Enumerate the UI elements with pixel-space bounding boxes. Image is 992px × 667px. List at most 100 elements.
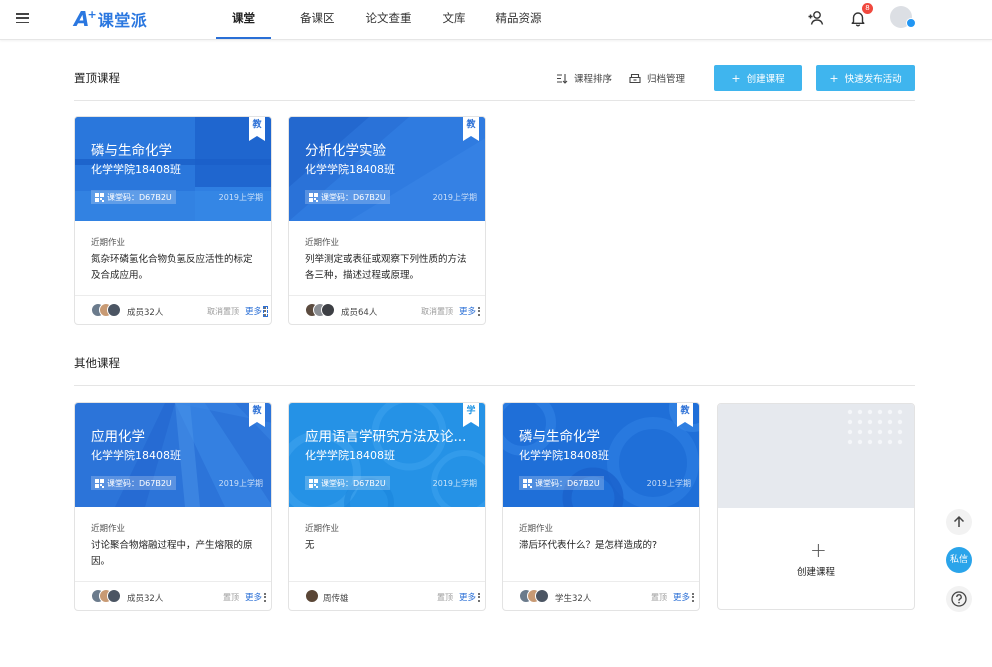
qr-code-icon [95,192,104,202]
tab-classroom[interactable]: 课堂 [216,0,271,40]
create-course-card[interactable]: + 创建课程 [717,403,915,610]
class-code[interactable]: 课堂码：D67B2U [305,476,390,490]
student-count: 学生32人 [555,594,592,604]
plus-icon: + [731,71,741,85]
teacher-name: 周传雄 [323,594,349,604]
course-name: 应用化学 [91,429,145,445]
more-menu[interactable]: 更多 [459,591,481,603]
course-banner: 磷与生命化学 化学学院18408班 课堂码：D67B2U 2019上学期 教 [503,403,699,507]
more-menu[interactable]: 更多 [245,591,267,603]
course-card[interactable]: 分析化学实验 化学学院18408班 课堂码：D67B2U 2019上学期 教 近… [288,116,486,325]
more-menu[interactable]: 更多 [244,305,268,317]
recent-homework-text[interactable]: 滞后环代表什么？是怎样造成的? [519,538,687,554]
recent-homework-label: 近期作业 [305,238,340,248]
pin-link[interactable]: 置顶 [651,592,667,603]
question-icon [951,591,967,607]
recent-homework-text[interactable]: 列举测定或表征或观察下列性质的方法各三种，描述过程或原理。 [305,252,473,284]
top-header: A + 课堂派 课堂 备课区 论文查重 文库 精品资源 8 [0,0,992,40]
course-card[interactable]: 应用语言学研究方法及论... 化学学院18408班 课堂码：D67B2U 201… [288,402,486,611]
member-count: 成员32人 [127,308,164,318]
pinned-section-title: 置顶课程 [74,71,120,85]
qr-code-icon [95,478,104,488]
course-card[interactable]: 磷与生命化学 化学学院18408班 课堂码：D67B2U 2019上学期 教 近… [502,402,700,611]
member-avatars [305,589,319,603]
create-course-button[interactable]: + 创建课程 [714,65,802,91]
pin-link[interactable]: 置顶 [223,592,239,603]
qr-code-icon [523,478,532,488]
more-dots-icon [263,305,268,317]
archive-manage-link[interactable]: 归档管理 [629,71,685,85]
member-avatars [305,303,335,317]
card-footer: 成员64人 取消置顶 更多 [289,295,485,324]
recent-homework-text[interactable]: 氮杂环磷氢化合物负氢反应活性的标定及合成应用。 [91,252,259,284]
role-tag: 学 [463,403,479,427]
course-banner: 分析化学实验 化学学院18408班 课堂码：D67B2U 2019上学期 教 [289,117,485,221]
more-dots-icon [264,592,267,602]
member-avatars [91,589,121,603]
member-avatars [91,303,121,317]
class-code[interactable]: 课堂码：D67B2U [519,476,604,490]
avatar [107,303,121,317]
role-tag: 教 [249,117,265,141]
main-nav: 课堂 备课区 论文查重 文库 精品资源 [216,0,556,40]
term-label: 2019上学期 [646,479,691,488]
class-code[interactable]: 课堂码：D67B2U [91,476,176,490]
avatar [535,589,549,603]
class-name: 化学学院18408班 [305,449,395,462]
class-code[interactable]: 课堂码：D67B2U [91,190,176,204]
tab-plagiarism-check[interactable]: 论文查重 [352,0,426,40]
menu-icon[interactable] [16,13,29,24]
more-label: 更多 [244,593,262,603]
more-label: 更多 [244,307,262,317]
avatar [321,303,335,317]
archive-icon [629,73,641,83]
unpin-link[interactable]: 取消置顶 [207,306,239,317]
tab-library[interactable]: 文库 [429,0,480,40]
recent-homework-text[interactable]: 讨论聚合物熔融过程中，产生熔限的原因。 [91,538,259,570]
unpin-link[interactable]: 取消置顶 [421,306,453,317]
add-user-icon[interactable] [807,9,825,27]
app-logo[interactable]: A + 课堂派 [74,7,147,31]
recent-homework-label: 近期作业 [519,524,554,534]
class-code[interactable]: 课堂码：D67B2U [305,190,390,204]
course-name: 分析化学实验 [305,143,386,159]
card-footer: 周传雄 置顶 更多 [289,581,485,610]
pin-link[interactable]: 置顶 [437,592,453,603]
recent-homework-label: 近期作业 [91,238,126,248]
verified-icon [906,18,916,28]
tab-premium-resources[interactable]: 精品资源 [482,0,556,40]
private-message-button[interactable]: 私信 [946,547,972,573]
plus-icon: + [810,538,827,562]
avatar [305,589,319,603]
course-banner: 磷与生命化学 化学学院18408班 课堂码：D67B2U 2019上学期 教 [75,117,271,221]
other-section-title: 其他课程 [74,356,120,370]
tab-prep-area[interactable]: 备课区 [286,0,349,40]
section-divider [74,100,915,101]
scroll-top-button[interactable] [946,509,972,535]
class-code-text: 课堂码：D67B2U [321,478,386,488]
card-footer: 成员32人 取消置顶 更多 [75,295,271,324]
help-button[interactable] [946,586,972,612]
class-code-text: 课堂码：D67B2U [535,478,600,488]
term-label: 2019上学期 [218,479,263,488]
sort-courses-link[interactable]: 课程排序 [556,71,612,85]
arrow-up-icon [953,515,965,527]
course-card[interactable]: 磷与生命化学 化学学院18408班 课堂码：D67B2U 2019上学期 教 近… [74,116,272,325]
role-tag: 教 [249,403,265,427]
quick-publish-button[interactable]: + 快速发布活动 [816,65,915,91]
role-tag: 教 [677,403,693,427]
member-count: 成员32人 [127,594,164,604]
term-label: 2019上学期 [432,479,477,488]
sort-icon [557,73,568,84]
course-banner: 应用语言学研究方法及论... 化学学院18408班 课堂码：D67B2U 201… [289,403,485,507]
more-menu[interactable]: 更多 [673,591,695,603]
qr-code-icon [309,192,318,202]
class-name: 化学学院18408班 [91,163,181,176]
recent-homework-text[interactable]: 无 [305,538,473,554]
course-card[interactable]: 应用化学 化学学院18408班 课堂码：D67B2U 2019上学期 教 近期作… [74,402,272,611]
class-name: 化学学院18408班 [91,449,181,462]
course-name: 磷与生命化学 [519,429,600,445]
logo-plus: + [87,7,97,21]
more-menu[interactable]: 更多 [459,305,481,317]
avatar [107,589,121,603]
